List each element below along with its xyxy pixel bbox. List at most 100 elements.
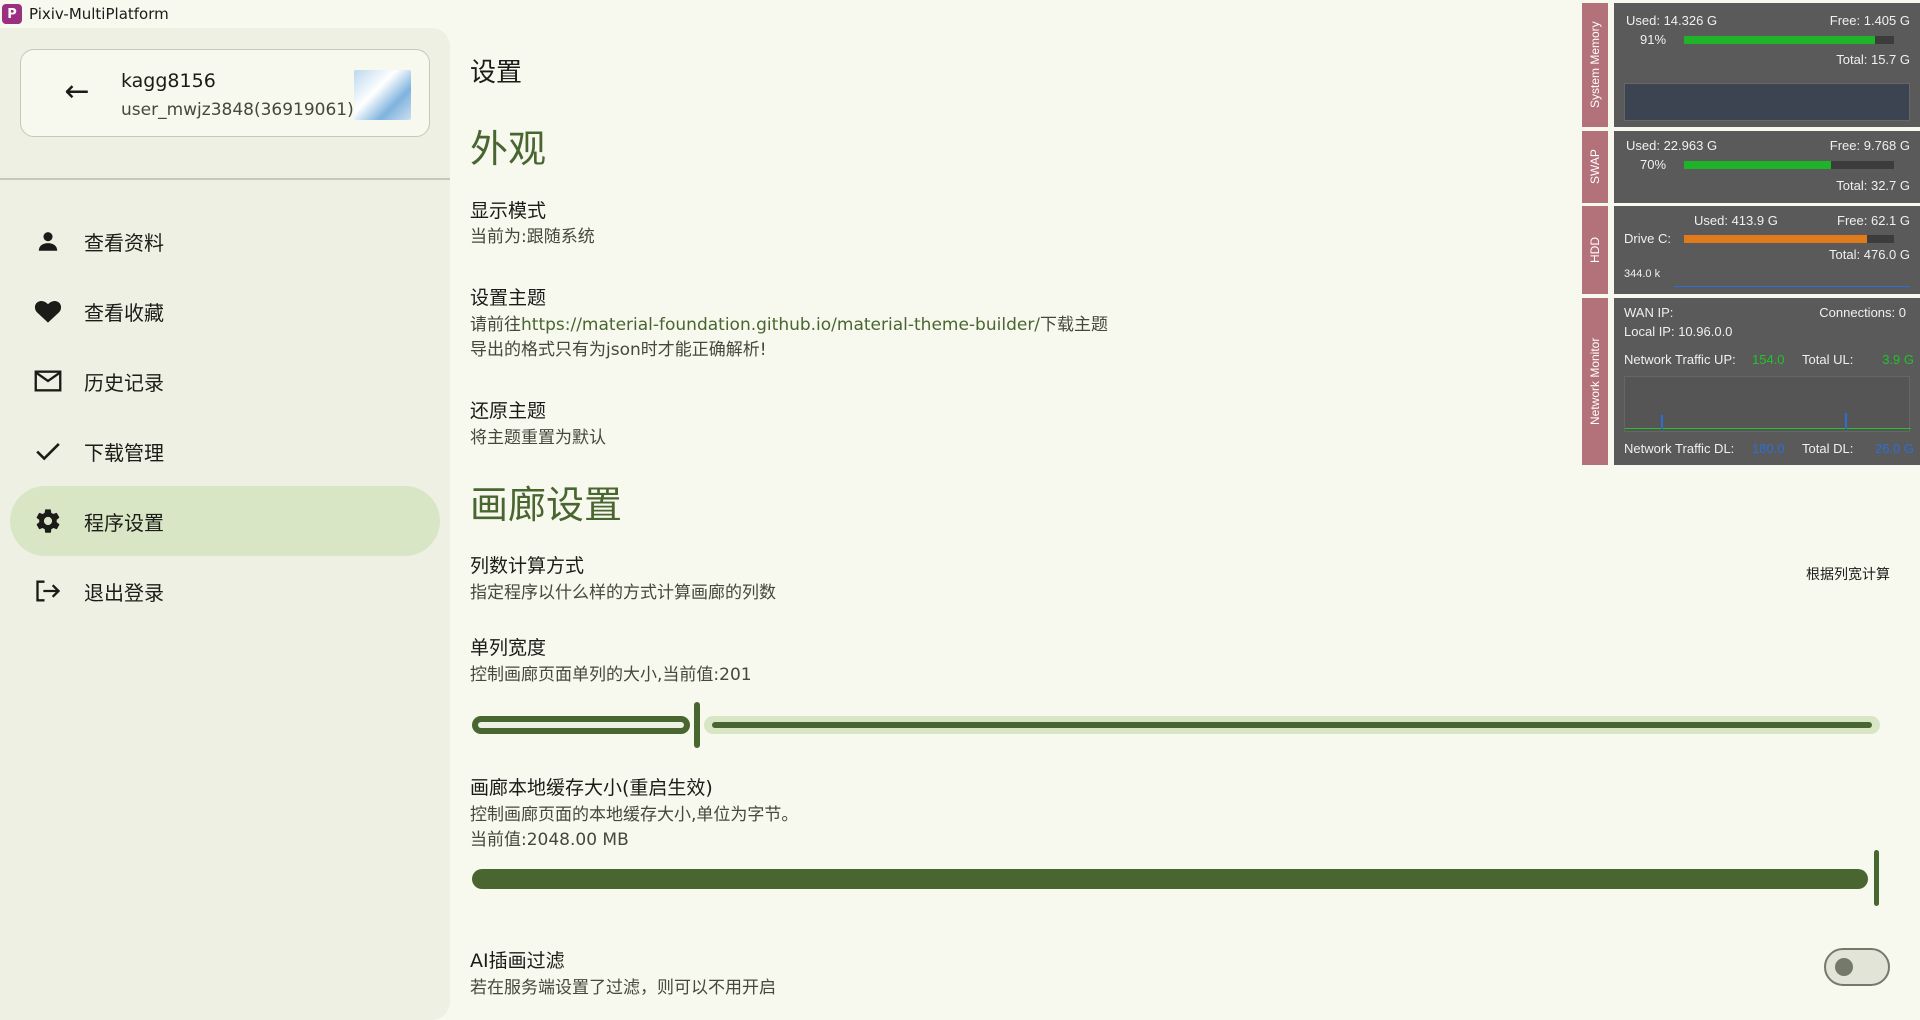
hdd-total: Total: 476.0 G (1829, 247, 1910, 262)
memory-panel: System Memory Used: 14.326 G Free: 1.405… (1582, 3, 1920, 127)
setting-title: 还原主题 (470, 400, 547, 422)
sidebar-item-logout[interactable]: 退出登录 (10, 556, 440, 626)
network-spike (1845, 413, 1847, 429)
sidebar-item-label: 查看资料 (84, 230, 164, 255)
memory-used: Used: 14.326 G (1626, 13, 1718, 28)
setting-desc: 控制画廊页面的本地缓存大小,单位为字节。 (470, 805, 799, 825)
network-tab[interactable]: Network Monitor (1582, 298, 1608, 465)
user-card[interactable]: ← kagg8156 user_mwjz3848(36919061) (20, 49, 430, 137)
network-up-label: Network Traffic UP: (1624, 352, 1736, 367)
sidebar-item-profile[interactable]: 查看资料 (10, 206, 440, 276)
memory-bar-fill (1684, 36, 1876, 44)
slider-inactive-inner (712, 722, 1872, 728)
hdd-panel: HDD Used: 413.9 G Free: 62.1 G Drive C: … (1582, 206, 1920, 294)
swap-used: Used: 22.963 G (1626, 138, 1718, 153)
hdd-tab[interactable]: HDD (1582, 206, 1608, 294)
sidebar-item-label: 程序设置 (84, 510, 164, 535)
sidebar: ← kagg8156 user_mwjz3848(36919061) 查看资料 … (0, 28, 450, 1020)
app-logo-icon: P (2, 4, 22, 24)
sidebar-item-label: 退出登录 (84, 580, 164, 605)
switch-knob (1835, 958, 1853, 976)
column-width-slider[interactable] (472, 702, 1880, 748)
swap-body: Used: 22.963 G Free: 9.768 G 70% Total: … (1614, 131, 1920, 203)
network-spike (1661, 415, 1663, 429)
sidebar-item-settings[interactable]: 程序设置 (10, 486, 440, 556)
memory-graph (1624, 83, 1910, 121)
memory-tab[interactable]: System Memory (1582, 3, 1608, 127)
swap-total: Total: 32.7 G (1836, 178, 1910, 193)
logout-icon (30, 578, 66, 604)
network-up-line (1625, 428, 1911, 429)
window-title: Pixiv-MultiPlatform (29, 5, 169, 23)
person-icon (30, 228, 66, 254)
column-mode-value[interactable]: 根据列宽计算 (1806, 564, 1890, 584)
setting-desc: 将主题重置为默认 (470, 428, 606, 448)
network-connections: Connections: 0 (1819, 305, 1906, 320)
swap-bar-fill (1684, 161, 1831, 169)
setting-title: 列数计算方式 (470, 555, 585, 577)
network-up-value: 154.0 (1752, 352, 1785, 367)
network-total-dl-value: 26.0 G (1874, 441, 1914, 456)
setting-title: AI插画过滤 (470, 950, 565, 972)
setting-desc: 请前往https://material-foundation.github.io… (470, 310, 1108, 335)
sidebar-item-favorites[interactable]: 查看收藏 (10, 276, 440, 346)
user-name: kagg8156 (121, 70, 216, 92)
setting-desc: 当前为:跟随系统 (470, 227, 595, 247)
setting-title: 设置主题 (470, 287, 547, 309)
swap-free: Free: 9.768 G (1829, 138, 1910, 153)
network-wan-ip: WAN IP: (1624, 305, 1674, 320)
slider-thumb[interactable] (694, 702, 700, 748)
hdd-used: Used: 413.9 G (1694, 213, 1778, 228)
slider-active-track (472, 869, 1868, 889)
slider-active-inner (478, 722, 684, 728)
swap-tab[interactable]: SWAP (1582, 131, 1608, 203)
page-title: 设置 (470, 58, 523, 88)
hdd-rate: 344.0 k (1624, 268, 1661, 280)
setting-desc-line2: 导出的格式只有为json时才能正确解析! (470, 340, 767, 360)
swap-panel: SWAP Used: 22.963 G Free: 9.768 G 70% To… (1582, 131, 1920, 203)
sidebar-item-label: 下载管理 (84, 440, 164, 465)
network-dl-label: Network Traffic DL: (1624, 441, 1735, 456)
network-body: WAN IP: Connections: 0 Local IP: 10.96.0… (1614, 298, 1920, 465)
network-total-ul-label: Total UL: (1802, 352, 1854, 367)
memory-total: Total: 15.7 G (1836, 52, 1910, 67)
setting-desc: 控制画廊页面单列的大小,当前值:201 (470, 665, 752, 685)
setting-desc-line2: 当前值:2048.00 MB (470, 830, 629, 850)
theme-desc-suffix: 下载主题 (1040, 315, 1109, 335)
theme-desc-prefix: 请前往 (470, 315, 521, 335)
network-total-ul-value: 3.9 G (1882, 352, 1914, 367)
network-panel: Network Monitor WAN IP: Connections: 0 L… (1582, 298, 1920, 465)
gear-icon (30, 507, 66, 535)
hdd-bar-fill (1684, 235, 1867, 243)
sidebar-divider (0, 178, 450, 180)
sidebar-item-label: 查看收藏 (84, 300, 164, 325)
swap-bar (1684, 161, 1894, 169)
setting-desc: 指定程序以什么样的方式计算画廊的列数 (470, 583, 776, 603)
heart-icon (30, 298, 66, 324)
memory-free: Free: 1.405 G (1829, 13, 1910, 28)
sidebar-item-downloads[interactable]: 下载管理 (10, 416, 440, 486)
section-gallery: 画廊设置 (470, 483, 623, 527)
sidebar-item-history[interactable]: 历史记录 (10, 346, 440, 416)
user-id: user_mwjz3848(36919061) (121, 100, 354, 120)
ai-filter-switch[interactable] (1824, 948, 1890, 986)
hdd-drive-label: Drive C: (1624, 231, 1671, 246)
cache-size-slider[interactable] (472, 850, 1880, 906)
avatar[interactable] (354, 70, 411, 120)
hdd-bar (1684, 235, 1894, 243)
mail-icon (30, 369, 66, 393)
hdd-body: Used: 413.9 G Free: 62.1 G Drive C: Tota… (1614, 206, 1920, 294)
setting-desc: 若在服务端设置了过滤，则可以不用开启 (470, 978, 776, 998)
slider-thumb[interactable] (1874, 850, 1879, 906)
back-arrow-icon[interactable]: ← (57, 72, 97, 112)
section-appearance: 外观 (470, 127, 547, 171)
memory-percent: 91% (1640, 32, 1667, 47)
setting-title: 画廊本地缓存大小(重启生效) (470, 777, 713, 799)
swap-percent: 70% (1640, 157, 1667, 172)
setting-title: 单列宽度 (470, 637, 547, 659)
memory-body: Used: 14.326 G Free: 1.405 G 91% Total: … (1614, 3, 1920, 127)
theme-builder-link[interactable]: https://material-foundation.github.io/ma… (521, 315, 1040, 335)
sidebar-item-label: 历史记录 (84, 370, 164, 395)
hdd-free: Free: 62.1 G (1837, 213, 1910, 228)
network-local-ip: Local IP: 10.96.0.0 (1624, 324, 1733, 339)
